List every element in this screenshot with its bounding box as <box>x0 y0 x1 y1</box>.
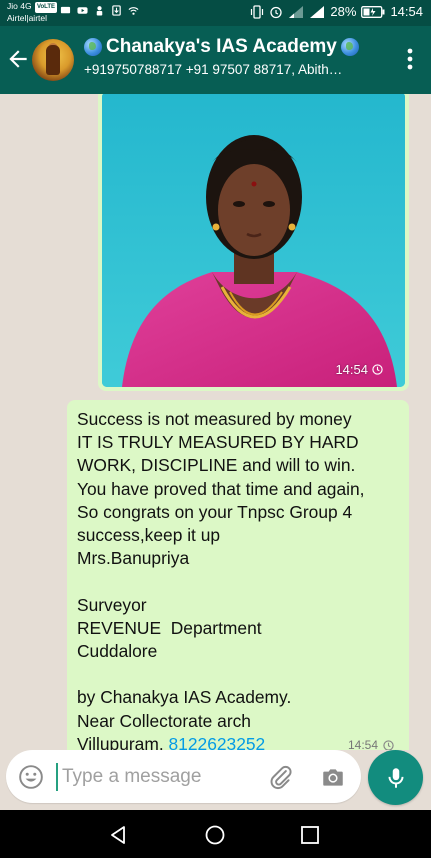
nav-recents-icon[interactable] <box>300 825 320 845</box>
globe-icon <box>340 38 359 56</box>
notification-icons <box>60 5 139 16</box>
pending-clock-icon <box>383 740 394 750</box>
status-bar: Jio 4G VoLTE Airtel|airtel 28% 14:54 <box>0 0 431 26</box>
emoji-icon[interactable] <box>18 764 44 790</box>
clock-time: 14:54 <box>390 4 423 19</box>
mic-button[interactable] <box>368 750 423 805</box>
message-body: Success is not measured by money IT IS T… <box>77 409 365 750</box>
chat-area[interactable]: 14:54 Success is not measured by money I… <box>0 94 431 750</box>
composer <box>6 750 361 803</box>
camera-icon[interactable] <box>320 764 346 790</box>
portrait-image <box>102 94 405 387</box>
paperclip-icon[interactable] <box>268 764 294 790</box>
signal-1-icon <box>289 5 304 18</box>
chat-title-area[interactable]: Chanakya's IAS Academy +919750788717 +91… <box>84 36 384 77</box>
download-icon <box>112 5 121 16</box>
chat-subtitle: +919750788717 +91 97507 88717, Abith… <box>84 62 343 77</box>
chat-title: Chanakya's IAS Academy <box>84 36 384 58</box>
text-message[interactable]: Success is not measured by money IT IS T… <box>67 400 409 750</box>
image-time-text: 14:54 <box>335 362 368 377</box>
user-icon <box>96 6 103 16</box>
more-vert-icon[interactable] <box>407 48 413 70</box>
battery-icon <box>361 5 385 18</box>
arrow-left-icon[interactable] <box>5 46 31 72</box>
battery-percent: 28% <box>330 4 357 19</box>
mic-icon <box>388 767 403 788</box>
photo-thumbnail[interactable]: 14:54 <box>102 94 405 387</box>
image-message[interactable]: 14:54 <box>98 94 409 391</box>
globe-icon <box>84 38 102 56</box>
carrier-line-1: Jio 4G <box>7 1 32 11</box>
pending-clock-icon <box>372 364 383 375</box>
phone-link[interactable]: 8122623252 <box>169 734 266 750</box>
avatar[interactable] <box>32 39 74 81</box>
system-indicators: 28% 14:54 <box>250 4 423 19</box>
sms-icon <box>60 6 71 14</box>
nav-home-icon[interactable] <box>203 823 227 847</box>
volte-badge: VoLTE <box>34 2 58 13</box>
system-nav-bar <box>0 810 431 858</box>
signal-2-icon <box>310 5 325 18</box>
chat-title-text: Chanakya's IAS Academy <box>106 36 337 57</box>
message-text: Success is not measured by money IT IS T… <box>77 408 399 750</box>
carrier-info: Jio 4G VoLTE Airtel|airtel <box>7 1 58 24</box>
carrier-line-2: Airtel|airtel <box>7 13 47 23</box>
message-input[interactable] <box>56 763 256 791</box>
image-timestamp: 14:54 <box>335 362 383 377</box>
wifi-scan-icon <box>128 7 139 15</box>
message-timestamp: 14:54 <box>348 734 394 750</box>
chat-header: Chanakya's IAS Academy +919750788717 +91… <box>0 26 431 94</box>
message-time-text: 14:54 <box>347 738 378 750</box>
vibrate-icon <box>251 4 264 19</box>
youtube-icon <box>77 7 88 14</box>
alarm-icon <box>270 6 283 18</box>
nav-back-icon[interactable] <box>106 823 130 847</box>
